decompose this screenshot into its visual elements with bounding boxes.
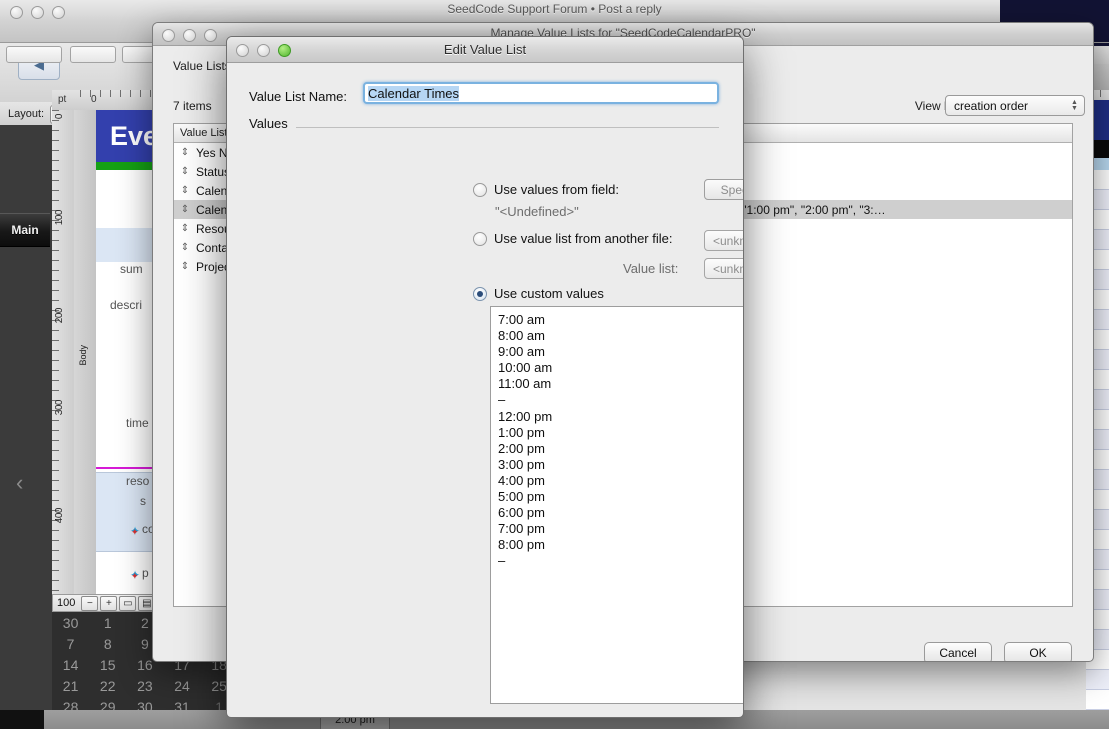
zoom-level-value: 100: [57, 597, 76, 609]
custom-values-text: 7:00 am 8:00 am 9:00 am 10:00 am 11:00 a…: [498, 312, 553, 569]
reorder-handle-icon[interactable]: ⇕: [174, 223, 196, 234]
edit-value-list-title: Edit Value List: [443, 42, 527, 57]
value-list-name-label: Value List Name:: [249, 89, 348, 104]
radio-use-values-from-field-label: Use values from field:: [494, 182, 619, 197]
calendar-day[interactable]: 7: [52, 633, 89, 654]
value-list-name-value: Calendar Times: [368, 85, 460, 101]
mvl-ok-button[interactable]: OK: [1004, 642, 1072, 661]
layout-label-sum: sum: [120, 262, 143, 276]
radio-use-custom-values-label: Use custom values: [494, 286, 604, 301]
value-list-select-value: <unknown>: [713, 261, 743, 276]
safari-window-title: SeedCode Support Forum • Post a reply: [447, 2, 662, 16]
calendar-day[interactable]: 1: [89, 612, 126, 633]
body-part-label: Body: [78, 345, 88, 366]
screen-root: ◀ Layout: Main ‹ pt 0 0 100 200 300 400 …: [0, 0, 1109, 729]
reorder-handle-icon[interactable]: ⇕: [174, 261, 196, 272]
vruler-mark-200: 200: [54, 308, 65, 324]
calendar-day[interactable]: 14: [52, 654, 89, 675]
sort-marker-icon-2: [130, 568, 140, 582]
ruler-unit-label: pt: [58, 94, 67, 105]
values-section-label: Values: [249, 116, 288, 131]
radio-use-custom-values[interactable]: Use custom values: [473, 286, 604, 301]
vruler-mark-100: 100: [54, 210, 65, 226]
values-section-rule: [296, 127, 719, 128]
edit-value-list-dialog: Edit Value List Value List Name: Calenda…: [226, 36, 744, 718]
file-select-value: <unknown>: [713, 233, 743, 248]
layout-label-s: s: [140, 494, 146, 508]
safari-toolbar-item-1[interactable]: [6, 46, 62, 63]
value-list-select-label: Value list:: [623, 261, 679, 276]
safari-toolbar-item-2[interactable]: [70, 46, 116, 63]
radio-use-values-from-field[interactable]: Use values from field:: [473, 182, 619, 197]
chevron-left-icon[interactable]: ‹: [16, 472, 23, 494]
zoom-in-button[interactable]: +: [100, 595, 118, 611]
edit-value-list-titlebar[interactable]: Edit Value List: [227, 37, 743, 63]
calendar-day[interactable]: 24: [163, 675, 200, 696]
mvl-cancel-button[interactable]: Cancel: [924, 642, 992, 661]
vruler-mark-300: 300: [54, 400, 65, 416]
layout-label-reso: reso: [126, 474, 150, 488]
body-part-gutter[interactable]: Body: [74, 110, 97, 600]
view-by-select[interactable]: creation order ▲ ▼: [945, 95, 1085, 116]
item-count-label: 7 items: [173, 99, 212, 113]
radio-icon[interactable]: [473, 286, 487, 301]
status-area-toggle-button[interactable]: ▭: [119, 595, 137, 611]
ruler-origin-label: 0: [91, 94, 97, 105]
radio-icon[interactable]: [473, 231, 487, 246]
undefined-field-text: "<Undefined>": [495, 204, 579, 219]
radio-use-value-list-from-file[interactable]: Use value list from another file:: [473, 231, 672, 246]
reorder-handle-icon[interactable]: ⇕: [174, 242, 196, 253]
status-black-block: [0, 710, 44, 729]
chevron-updown-icon: ▲ ▼: [1071, 99, 1078, 112]
zoom-out-button[interactable]: −: [81, 595, 99, 611]
vruler-mark-400: 400: [54, 508, 65, 524]
custom-values-textarea[interactable]: 7:00 am 8:00 am 9:00 am 10:00 am 11:00 a…: [490, 306, 743, 704]
reorder-handle-icon[interactable]: ⇕: [174, 204, 196, 215]
layout-label: Layout:: [8, 108, 45, 120]
radio-use-value-list-from-file-label: Use value list from another file:: [494, 231, 673, 246]
calendar-day[interactable]: 8: [89, 633, 126, 654]
calendar-day[interactable]: 22: [89, 675, 126, 696]
specify-field-button[interactable]: Specify field…: [704, 179, 743, 200]
value-list-name-input[interactable]: Calendar Times: [363, 82, 719, 104]
layout-label-p: p: [142, 566, 149, 580]
vertical-ruler-ticks: [52, 110, 74, 600]
sort-marker-icon-1: [130, 524, 140, 538]
view-by-value: creation order: [954, 98, 1029, 113]
calendar-day[interactable]: 30: [52, 612, 89, 633]
sidebar-tab-main[interactable]: Main: [0, 213, 50, 247]
reorder-handle-icon[interactable]: ⇕: [174, 185, 196, 196]
vertical-ruler: 0 100 200 300 400: [52, 110, 75, 600]
file-select[interactable]: <unknown> ▲▼: [704, 230, 743, 251]
radio-icon[interactable]: [473, 182, 487, 197]
calendar-day[interactable]: 15: [89, 654, 126, 675]
layout-label-descri: descri: [110, 298, 143, 312]
value-list-select[interactable]: <unknown> ▲▼: [704, 258, 743, 279]
reorder-handle-icon[interactable]: ⇕: [174, 166, 196, 177]
layout-label-time: time: [126, 416, 149, 430]
calendar-day[interactable]: 23: [126, 675, 163, 696]
reorder-handle-icon[interactable]: ⇕: [174, 147, 196, 158]
calendar-day[interactable]: 21: [52, 675, 89, 696]
vruler-mark-0: 0: [54, 114, 65, 120]
